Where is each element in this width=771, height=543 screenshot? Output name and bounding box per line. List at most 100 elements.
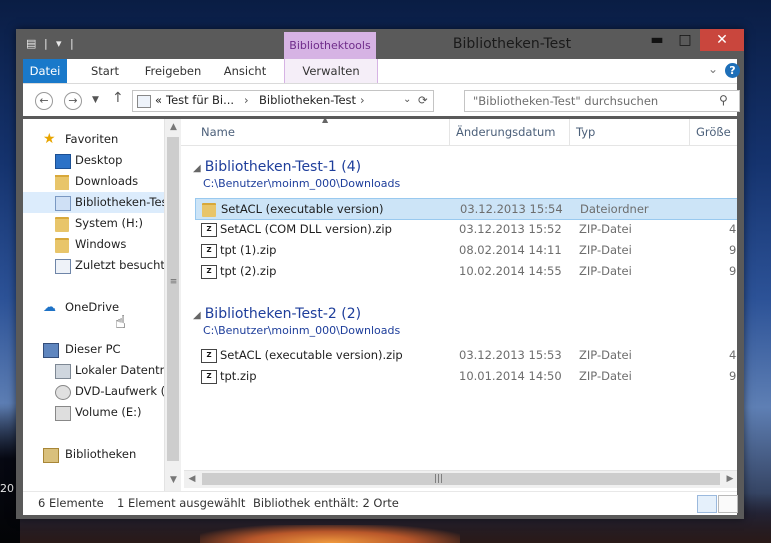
computer-icon [43,343,59,358]
search-icon[interactable]: ⚲ [719,93,728,107]
group-header[interactable]: ◢ Bibliotheken-Test-1 (4) [193,157,361,177]
removable-drive-icon [55,406,71,421]
nav-item-bibliotheken-test[interactable]: Bibliotheken-Test [23,192,164,213]
nav-item-libraries[interactable]: Bibliotheken [23,444,164,465]
refresh-icon[interactable]: ⟳ [418,93,428,107]
collapse-group-icon[interactable]: ◢ [193,163,201,174]
table-row[interactable]: Z SetACL (executable version).zip 03.12.… [195,345,737,365]
file-list: ▲ Name Änderungsdatum Typ Größe ◢ Bibliot… [181,119,737,491]
desktop-icon [55,154,71,169]
qa-separator-icon: | [70,37,74,50]
libraries-icon [43,448,59,463]
scroll-thumb[interactable] [202,473,720,485]
address-overflow[interactable]: « [155,93,162,107]
zip-file-icon: Z [201,244,217,258]
explorer-window: ▤ | ▾ | Bibliothektools Bibliotheken-Tes… [16,29,744,519]
back-arrow-icon[interactable]: ← [35,92,53,110]
content-area: ★ Favoriten Desktop Downloads Bibliothek… [23,119,737,491]
zip-file-icon: Z [201,265,217,279]
minimize-button[interactable]: ▬ [644,29,670,51]
tab-file[interactable]: Datei [23,59,67,83]
address-dropdown-icon[interactable]: ⌄ [403,94,411,105]
search-placeholder: "Bibliotheken-Test" durchsuchen [473,94,659,108]
folder-icon [202,203,216,217]
close-button[interactable]: ✕ [700,29,744,51]
search-input[interactable]: "Bibliotheken-Test" durchsuchen ⚲ [464,90,740,112]
tab-start[interactable]: Start [79,59,131,83]
tab-share[interactable]: Freigeben [141,59,205,83]
qa-dropdown-icon[interactable]: ▾ [56,35,62,53]
forward-arrow-icon[interactable]: → [64,92,82,110]
scroll-thumb[interactable] [167,137,179,461]
column-headers: ▲ Name Änderungsdatum Typ Größe [181,119,737,146]
navigation-pane: ★ Favoriten Desktop Downloads Bibliothek… [23,119,164,491]
table-row[interactable]: Z tpt (1).zip 08.02.2014 14:11 ZIP-Datei… [195,240,737,260]
scroll-right-icon[interactable]: ▶ [722,471,737,488]
up-arrow-icon[interactable]: ↑ [112,90,124,106]
nav-item-dvd-drive[interactable]: DVD-Laufwerk (D:) [23,381,164,402]
scroll-up-icon[interactable]: ▲ [165,122,182,132]
breadcrumb-chevron-icon[interactable]: › [360,93,365,107]
nav-item-favorites[interactable]: ★ Favoriten [23,129,164,150]
column-date[interactable]: Änderungsdatum [450,119,570,145]
group-header[interactable]: ◢ Bibliotheken-Test-2 (2) [193,304,361,324]
nav-item-local-disk[interactable]: Lokaler Datenträger (C:) [23,360,164,381]
tab-manage[interactable]: Verwalten [284,59,378,83]
breadcrumb-current[interactable]: Bibliotheken-Test [259,93,356,107]
desktop-sunset [200,525,460,543]
column-size[interactable]: Größe [690,119,737,145]
address-bar[interactable]: « Test für Bi... › Bibliotheken-Test › ⌄… [132,90,434,112]
zip-file-icon: Z [201,349,217,363]
library-icon [55,196,71,211]
library-icon [137,95,151,108]
nav-item-recent[interactable]: Zuletzt besucht [23,255,164,276]
horizontal-scrollbar[interactable]: ◀ ||| ▶ [184,470,737,488]
folder-icon [55,238,69,253]
scroll-left-icon[interactable]: ◀ [184,471,200,488]
nav-item-downloads[interactable]: Downloads [23,171,164,192]
tab-view[interactable]: Ansicht [215,59,275,83]
ribbon-tabs: Datei Start Freigeben Ansicht Verwalten … [23,59,740,84]
scroll-grip-icon: ||| [434,474,444,484]
nav-item-this-pc[interactable]: Dieser PC [23,339,164,360]
maximize-button[interactable]: □ [672,29,698,51]
title-bar[interactable]: ▤ | ▾ | Bibliothektools Bibliotheken-Tes… [16,29,744,60]
downloads-icon [55,175,69,190]
nav-item-onedrive[interactable]: ☁ OneDrive [23,297,164,318]
status-bar: 6 Elemente 1 Element ausgewählt Biblioth… [23,491,738,515]
breadcrumb-test-library[interactable]: Test für Bi... [166,93,234,107]
table-row[interactable]: Z tpt.zip 10.01.2014 14:50 ZIP-Datei 95 [195,366,737,386]
details-view-icon[interactable] [697,495,717,513]
column-name[interactable]: Name [195,119,450,145]
table-row[interactable]: SetACL (executable version) 03.12.2013 1… [195,198,737,220]
nav-item-volume-e[interactable]: Volume (E:) [23,402,164,423]
large-icons-view-icon[interactable] [718,495,738,513]
breadcrumb-chevron-icon[interactable]: › [244,93,249,107]
scroll-down-icon[interactable]: ▼ [165,475,182,485]
recent-places-icon [55,259,71,274]
table-row[interactable]: Z tpt (2).zip 10.02.2014 14:55 ZIP-Datei… [195,261,737,281]
nav-item-system[interactable]: System (H:) [23,213,164,234]
dvd-drive-icon [55,385,71,400]
ribbon-expand-icon[interactable]: ⌄ [708,62,718,76]
zip-file-icon: Z [201,370,217,384]
window-title: Bibliotheken-Test [452,36,572,52]
collapse-group-icon[interactable]: ◢ [193,310,201,321]
group-path: C:\Benutzer\moinm_000\Downloads [203,324,401,337]
star-icon: ★ [43,131,56,147]
properties-icon[interactable]: ▤ [26,35,36,53]
nav-item-desktop[interactable]: Desktop [23,150,164,171]
table-row[interactable]: Z SetACL (COM DLL version).zip 03.12.201… [195,219,737,239]
recent-locations-icon[interactable]: ▼ [92,95,99,105]
nav-item-windows[interactable]: Windows [23,234,164,255]
group-path: C:\Benutzer\moinm_000\Downloads [203,177,401,190]
status-count: 6 Elemente [38,496,104,510]
help-button[interactable]: ? [725,63,740,78]
scroll-grip-icon: ≡ [169,277,178,287]
mouse-cursor-icon: ☝ [115,312,126,333]
nav-scrollbar[interactable]: ▲ ≡ ▼ [164,119,182,491]
onedrive-cloud-icon: ☁ [43,300,56,315]
status-library: Bibliothek enthält: 2 Orte [253,496,399,510]
desktop-clock-fragment: 20 [0,482,14,495]
column-type[interactable]: Typ [570,119,690,145]
